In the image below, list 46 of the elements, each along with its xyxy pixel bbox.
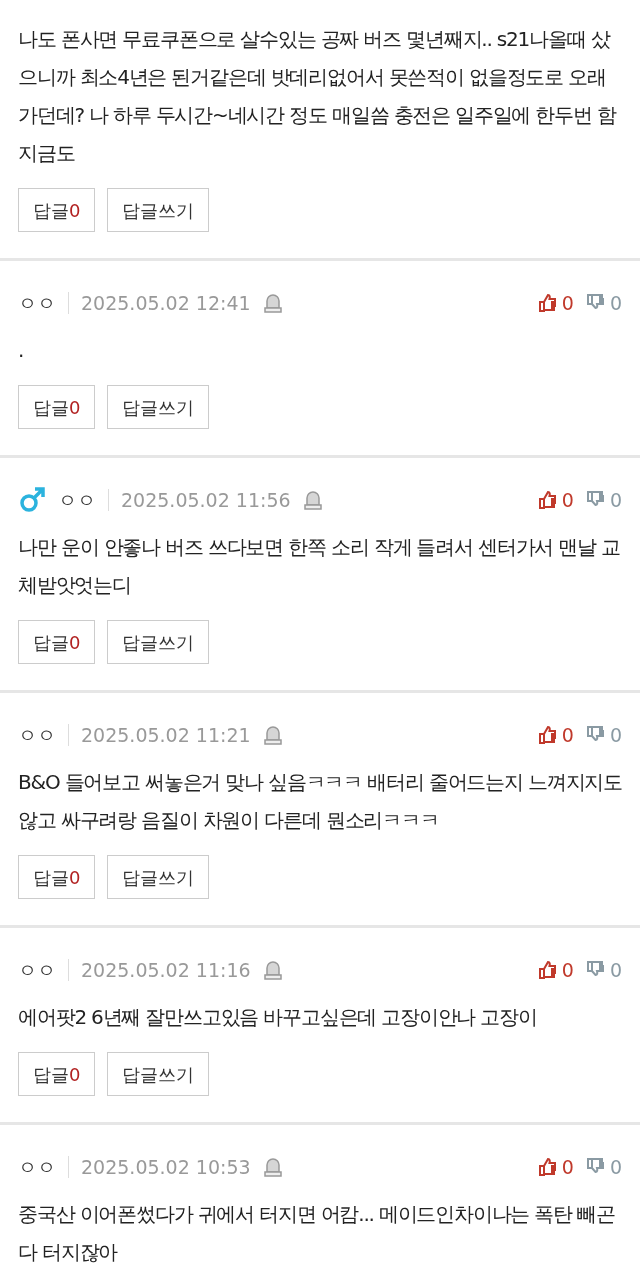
write-reply-button[interactable]: 답글쓰기 (107, 620, 210, 664)
write-reply-button[interactable]: 답글쓰기 (107, 188, 210, 232)
comment-date: 2025.05.02 10:53 (81, 1154, 251, 1180)
report-icon[interactable] (262, 959, 283, 981)
dislike-count: 0 (609, 957, 622, 983)
comment-text: 나도 폰사면 무료쿠폰으로 살수있는 공짜 버즈 몇년째지.. s21나올때 샀으니까 최소4년은 된거같은데 밧데리없어서 못쓴적이 없을정도로 오래가던데? 나 하루 두시간~네시간 정도 매일씀 충전은 일주일에 한두번 함 지금도 (18, 26, 618, 167)
like-count: 0 (561, 722, 574, 748)
nickname[interactable]: ㅇㅇ (18, 955, 56, 985)
report-icon[interactable] (262, 724, 283, 746)
like-count: 0 (561, 957, 574, 983)
thumbs-up-icon[interactable] (537, 725, 558, 745)
like-count: 0 (561, 1154, 574, 1180)
comment-text: . (18, 337, 25, 364)
write-reply-button[interactable]: 답글쓰기 (107, 385, 210, 429)
thumbs-up-icon[interactable] (537, 1157, 558, 1177)
comment-date: 2025.05.02 12:41 (81, 290, 251, 316)
dislike-count: 0 (609, 722, 622, 748)
report-icon[interactable] (302, 489, 323, 511)
replies-button[interactable]: 답글0 (18, 1052, 96, 1096)
comment-text: 나만 운이 안좋나 버즈 쓰다보면 한쪽 소리 작게 들려서 센터가서 맨날 교체받앗엇는디 (18, 534, 621, 599)
nickname[interactable]: ㅇㅇ (18, 720, 56, 750)
replies-button[interactable]: 답글0 (18, 855, 96, 899)
comment-date: 2025.05.02 11:16 (81, 957, 251, 983)
replies-button[interactable]: 답글0 (18, 620, 96, 664)
comment-date: 2025.05.02 11:21 (81, 722, 251, 748)
comment-text: 중국산 이어폰썼다가 귀에서 터지면 어캄... 메이드인차이나는 폭탄 빼곤 다 터지잖아 (18, 1201, 616, 1266)
replies-button[interactable]: 답글0 (18, 188, 96, 232)
nickname[interactable]: ㅇㅇ (58, 485, 96, 515)
comment-text: 에어팟2 6년째 잘만쓰고있음 바꾸고싶은데 고장이안나 고장이 (18, 1004, 538, 1031)
dislike-count: 0 (609, 290, 622, 316)
report-icon[interactable] (262, 292, 283, 314)
report-icon[interactable] (262, 1156, 283, 1178)
nickname[interactable]: ㅇㅇ (18, 288, 56, 318)
like-count: 0 (561, 487, 574, 513)
dislike-count: 0 (609, 487, 622, 513)
thumbs-up-icon[interactable] (537, 293, 558, 313)
dislike-count: 0 (609, 1154, 622, 1180)
like-count: 0 (561, 290, 574, 316)
comment-text: B&O 들어보고 써놓은거 맞나 싶음ㅋㅋㅋ 배터리 줄어드는지 느껴지지도 않고 싸구려랑 음질이 차원이 다른데 뭔소리ㅋㅋㅋ (18, 769, 622, 834)
write-reply-button[interactable]: 답글쓰기 (107, 855, 210, 899)
nickname[interactable]: ㅇㅇ (18, 1152, 56, 1182)
write-reply-button[interactable]: 답글쓰기 (107, 1052, 210, 1096)
thumbs-up-icon[interactable] (537, 960, 558, 980)
comment-date: 2025.05.02 11:56 (121, 487, 291, 513)
replies-button[interactable]: 답글0 (18, 385, 96, 429)
thumbs-up-icon[interactable] (537, 490, 558, 510)
